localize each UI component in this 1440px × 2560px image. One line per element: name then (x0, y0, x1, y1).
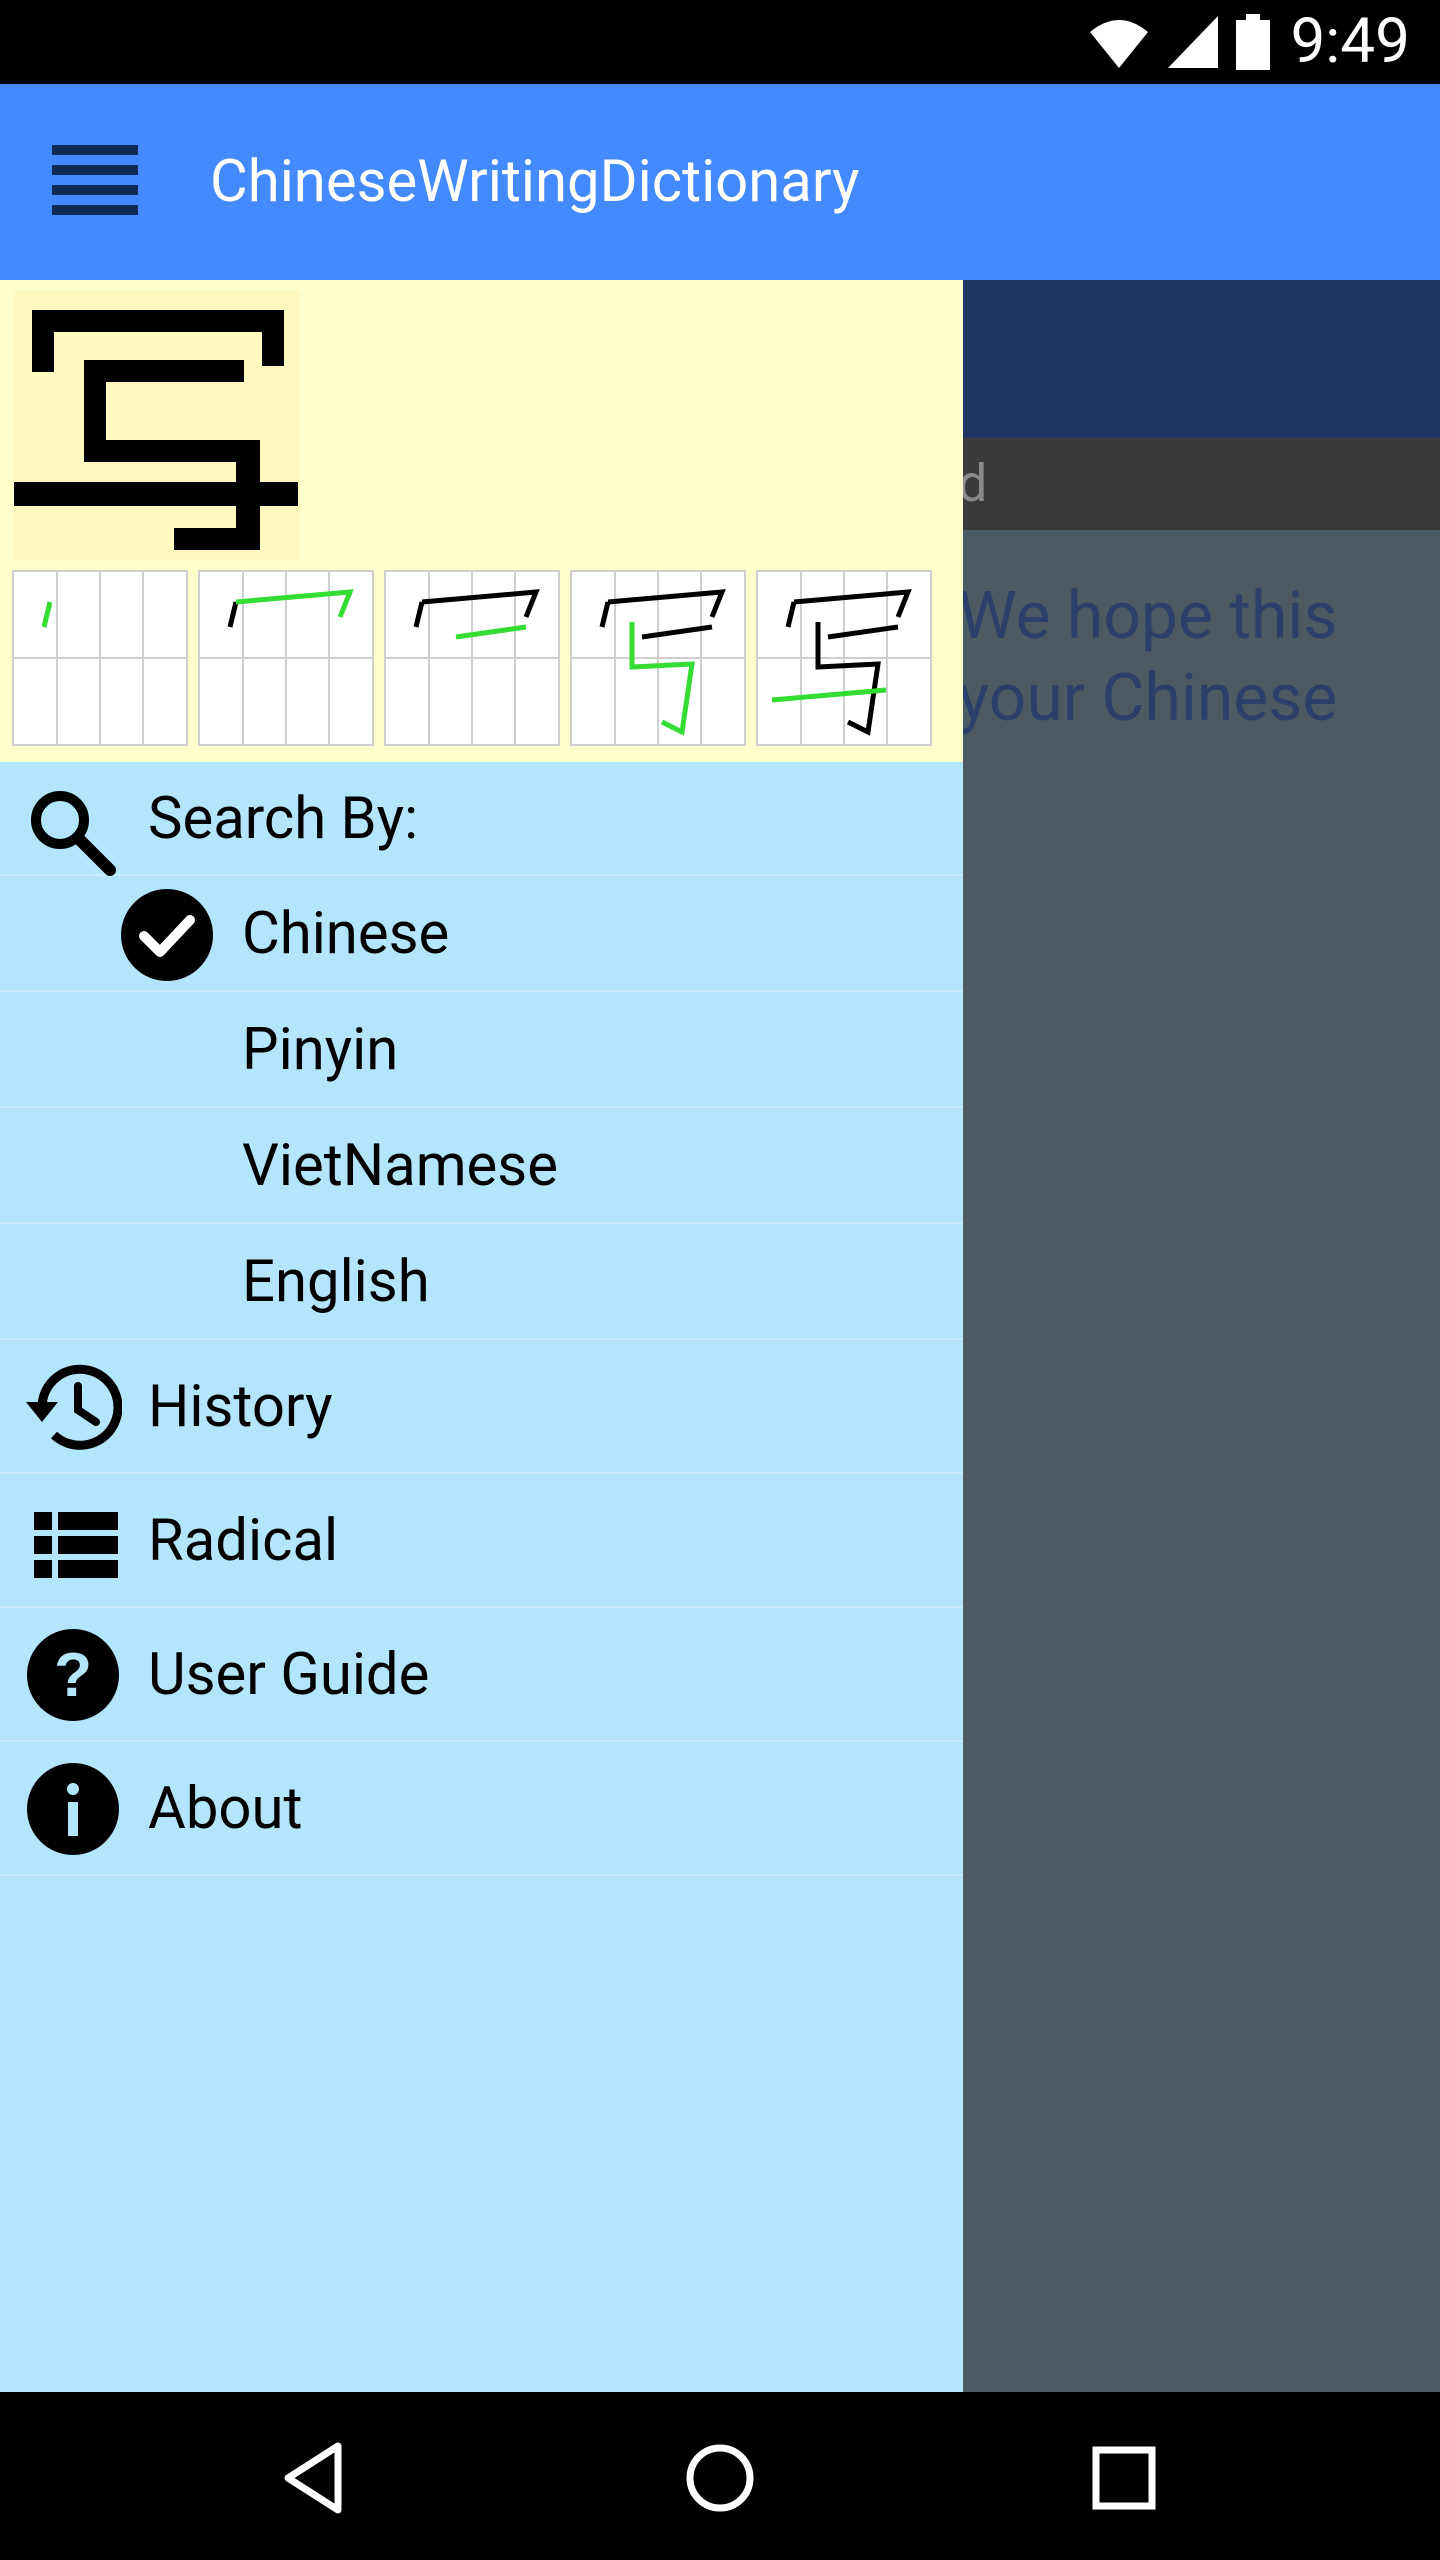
status-bar: 9:49 (0, 0, 1440, 84)
stroke-step-5 (756, 570, 932, 746)
search-option-vietnamese[interactable]: VietNamese (0, 1108, 963, 1224)
drawer-item-label: About (148, 1775, 303, 1843)
drawer-item-about[interactable]: About (0, 1742, 963, 1876)
welcome-line-1: We hope this (958, 578, 1338, 655)
character-image (14, 290, 300, 560)
welcome-text: We hope this your Chinese (958, 576, 1428, 740)
search-option-label: VietNamese (242, 1132, 558, 1200)
drawer-item-history[interactable]: History (0, 1340, 963, 1474)
checkmark-circle-icon (121, 889, 213, 981)
drawer-header (0, 280, 963, 762)
drawer-item-radical[interactable]: Radical (0, 1474, 963, 1608)
drawer-item-label: History (148, 1373, 333, 1441)
back-icon[interactable] (274, 2436, 358, 2520)
navigation-drawer: Search By: Chinese Pinyin VietNamese Eng… (0, 280, 963, 2392)
search-by-label: Search By: (148, 785, 419, 853)
drawer-item-user-guide[interactable]: ? User Guide (0, 1608, 963, 1742)
home-icon[interactable] (678, 2436, 762, 2520)
welcome-line-2: your Chinese (958, 660, 1338, 737)
cell-signal-icon (1168, 16, 1218, 68)
search-icon (31, 791, 116, 876)
status-time: 9:49 (1290, 5, 1410, 78)
status-icons (1088, 14, 1270, 70)
wifi-icon (1090, 20, 1148, 68)
search-option-chinese[interactable]: Chinese (0, 876, 963, 992)
stroke-order (12, 570, 932, 746)
battery-icon (1236, 14, 1270, 70)
drawer-item-label: User Guide (148, 1641, 430, 1709)
stroke-step-2 (198, 570, 374, 746)
search-option-label: Pinyin (242, 1016, 399, 1084)
app-bar: ChineseWritingDictionary (0, 84, 1440, 280)
history-icon (26, 1364, 122, 1450)
menu-icon[interactable] (40, 132, 150, 228)
search-option-english[interactable]: English (0, 1224, 963, 1340)
stroke-step-3 (384, 570, 560, 746)
recents-icon[interactable] (1082, 2436, 1166, 2520)
help-icon: ? (27, 1629, 119, 1721)
drawer-item-label: Radical (148, 1507, 339, 1575)
list-icon (34, 1512, 118, 1578)
search-option-pinyin[interactable]: Pinyin (0, 992, 963, 1108)
svg-text:?: ? (54, 1641, 92, 1710)
app-title: ChineseWritingDictionary (210, 148, 860, 216)
character-glyph (14, 310, 298, 550)
search-option-label: English (242, 1248, 430, 1316)
navigation-bar (0, 2392, 1440, 2560)
stroke-step-4 (570, 570, 746, 746)
search-option-label: Chinese (242, 900, 450, 968)
search-by-header: Search By: (0, 762, 963, 876)
stroke-step-1 (12, 570, 188, 746)
info-icon (27, 1763, 119, 1855)
